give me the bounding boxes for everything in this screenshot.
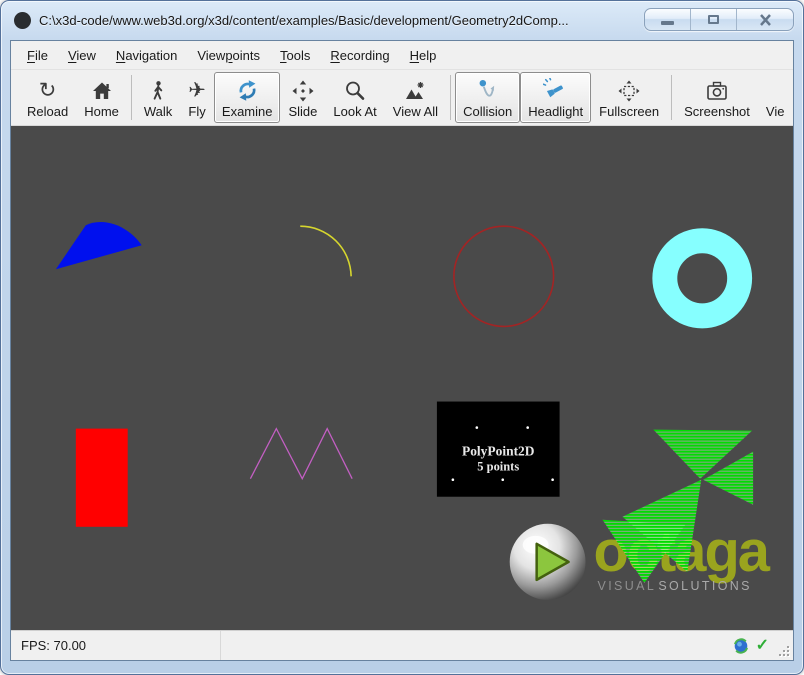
toolbar-separator (131, 75, 132, 120)
toolbar-button-label: Walk (144, 104, 172, 120)
menu-label: ools (287, 48, 311, 63)
menu-label: p (225, 48, 232, 63)
resize-grip[interactable] (778, 645, 791, 658)
toolbar-button-label: Fly (188, 104, 205, 120)
menu-label: elp (419, 48, 436, 63)
toolbar-button-home[interactable]: Home (76, 72, 127, 123)
toolbar-button-label: Home (84, 104, 119, 120)
window-controls (644, 8, 794, 31)
toolbar-button-label: Headlight (528, 104, 583, 120)
examine-icon (235, 77, 260, 104)
walk-icon (146, 77, 170, 104)
toolbar-button-label: Look At (333, 104, 376, 120)
toolbar-button-fly[interactable]: ✈ Fly (180, 72, 214, 123)
status-check-icon: ✓ (756, 638, 769, 654)
point2d (452, 478, 455, 481)
menu-item-file[interactable]: File (17, 43, 58, 68)
menu-label: avigation (125, 48, 177, 63)
toolbar-button-headlight[interactable]: Headlight (520, 72, 591, 123)
slide-icon (291, 77, 315, 104)
logo-tagline-solutions: SOLUTIONS (658, 579, 752, 593)
maximize-icon (708, 15, 719, 24)
screenshot-icon (705, 77, 729, 104)
menu-label: oints (233, 48, 260, 63)
toolbar-button-label: Reload (27, 104, 68, 120)
maximize-button[interactable] (691, 9, 737, 30)
toolbar: ↻ Reload Home Walk ✈ Fly (11, 70, 793, 126)
look-at-icon (343, 77, 367, 104)
shape-polyline2d (250, 429, 352, 479)
toolbar-button-label: Fullscreen (599, 104, 659, 120)
toolbar-button-label: Slide (288, 104, 317, 120)
menu-item-view[interactable]: View (58, 43, 106, 68)
scene-svg: PolyPoint2D5 points octaga VISUAL SOLUTI… (11, 126, 793, 630)
reload-icon: ↻ (39, 77, 57, 104)
window-title: C:\x3d-code/www.web3d.org/x3d/content/ex… (39, 13, 569, 28)
toolbar-separator (450, 75, 451, 120)
menu-item-navigation[interactable]: Navigation (106, 43, 187, 68)
network-globe-icon (733, 638, 749, 654)
fly-icon: ✈ (188, 77, 206, 104)
statusbar: FPS: 70.00 ✓ (11, 630, 793, 660)
menu-label: N (116, 48, 125, 63)
app-window: C:\x3d-code/www.web3d.org/x3d/content/ex… (0, 0, 804, 675)
viewport-canvas[interactable]: PolyPoint2D5 points octaga VISUAL SOLUTI… (11, 126, 793, 630)
toolbar-button-label: Screenshot (684, 104, 750, 120)
toolbar-button-fullscreen[interactable]: Fullscreen (591, 72, 667, 123)
headlight-icon (543, 77, 568, 104)
point2d (476, 426, 479, 429)
shape-arc2d (300, 226, 351, 276)
close-icon (759, 14, 772, 26)
home-icon (90, 77, 114, 104)
view-all-icon (403, 77, 427, 104)
menu-label: R (330, 48, 339, 63)
toolbar-button-look-at[interactable]: Look At (325, 72, 384, 123)
logo-tagline-visual: VISUAL (598, 579, 657, 593)
shape-rectangle2d (76, 429, 128, 527)
menu-label: H (410, 48, 419, 63)
toolbar-button-walk[interactable]: Walk (136, 72, 180, 123)
shape-arcclose2d (56, 222, 142, 269)
toolbar-button-screenshot[interactable]: Screenshot (676, 72, 758, 123)
polypoint-count-label: 5 points (477, 460, 519, 474)
toolbar-button-label: Vie (766, 104, 785, 120)
toolbar-button-view[interactable]: Vie (758, 72, 793, 123)
toolbar-button-view-all[interactable]: View All (385, 72, 446, 123)
menu-item-tools[interactable]: Tools (270, 43, 320, 68)
menu-label: F (27, 48, 35, 63)
menu-item-viewpoints[interactable]: Viewpoints (187, 43, 270, 68)
point2d (526, 426, 529, 429)
menu-item-recording[interactable]: Recording (320, 43, 399, 68)
polypoint-label: PolyPoint2D (462, 444, 535, 459)
shape-disk2d (665, 241, 740, 316)
toolbar-button-label: Collision (463, 104, 512, 120)
collision-icon (475, 77, 500, 104)
minimize-icon (661, 21, 674, 25)
toolbar-button-label: Examine (222, 104, 273, 120)
menu-item-help[interactable]: Help (400, 43, 447, 68)
minimize-button[interactable] (645, 9, 691, 30)
toolbar-button-slide[interactable]: Slide (280, 72, 325, 123)
octaga-sphere-icon (14, 12, 31, 29)
toolbar-separator (671, 75, 672, 120)
toolbar-button-label: View All (393, 104, 438, 120)
client-area: File View Navigation Viewpoints Tools Re… (10, 40, 794, 661)
menubar: File View Navigation Viewpoints Tools Re… (11, 41, 793, 70)
menu-label: ile (35, 48, 48, 63)
fullscreen-icon (617, 77, 641, 104)
scene-shapes-layer: PolyPoint2D5 points (56, 222, 740, 527)
fps-label: FPS: 70.00 (21, 638, 86, 653)
point2d (551, 478, 554, 481)
menu-label: View (197, 48, 225, 63)
toolbar-button-reload[interactable]: ↻ Reload (19, 72, 76, 123)
close-button[interactable] (737, 9, 793, 30)
menu-label: ecording (340, 48, 390, 63)
fps-panel: FPS: 70.00 (11, 631, 221, 660)
point2d (501, 478, 504, 481)
menu-label: iew (76, 48, 96, 63)
toolbar-button-examine[interactable]: Examine (214, 72, 281, 123)
shape-circle2d (454, 226, 554, 326)
toolbar-button-collision[interactable]: Collision (455, 72, 520, 123)
